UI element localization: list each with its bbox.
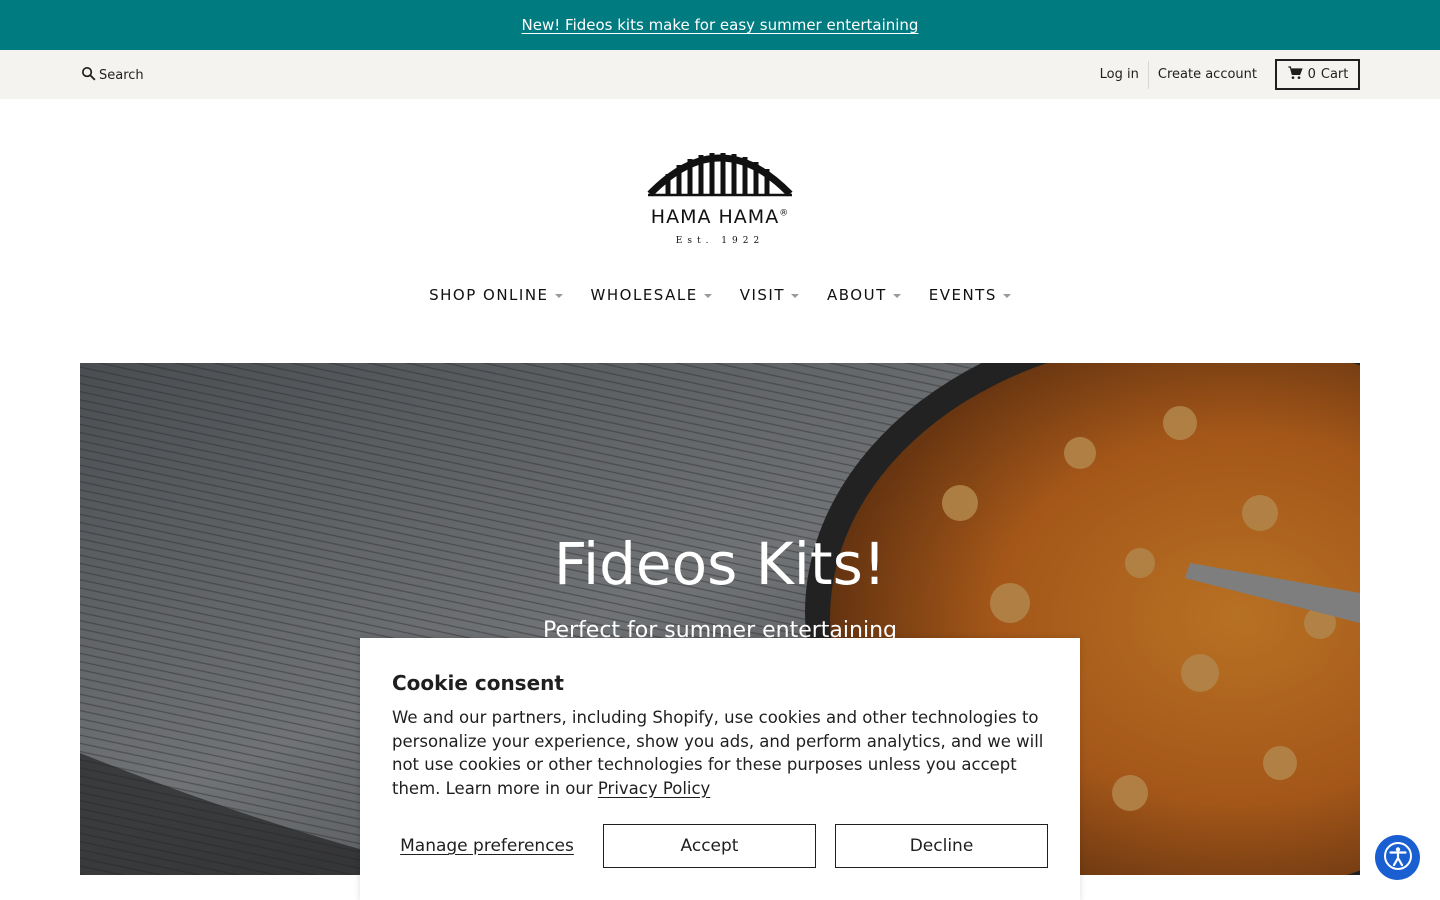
cart-button[interactable]: 0 Cart	[1275, 59, 1360, 90]
cookie-title: Cookie consent	[392, 671, 564, 695]
chevron-down-icon	[554, 294, 563, 298]
nav-label: ABOUT	[827, 286, 887, 304]
cart-icon	[1287, 65, 1303, 85]
cart-label: Cart	[1320, 67, 1349, 82]
announcement-link[interactable]: New! Fideos kits make for easy summer en…	[522, 16, 919, 34]
cookie-consent-dialog: Cookie consent We and our partners, incl…	[360, 638, 1080, 900]
account-links: Log in Create account 0 Cart	[1091, 59, 1360, 90]
create-account-link[interactable]: Create account	[1149, 67, 1266, 82]
chevron-down-icon	[1002, 294, 1011, 298]
search-button[interactable]: Search	[80, 65, 144, 86]
logo-wordmark: HAMA HAMA®	[650, 206, 790, 228]
utility-bar: Search Log in Create account 0 Cart	[0, 50, 1440, 99]
hero-title: Fideos Kits!	[553, 530, 887, 598]
accept-button[interactable]: Accept	[603, 824, 816, 868]
main-nav: SHOP ONLINE WHOLESALE VISIT ABOUT EVENTS	[0, 286, 1440, 304]
login-link[interactable]: Log in	[1091, 67, 1148, 82]
cookie-body: We and our partners, including Shopify, …	[392, 706, 1052, 800]
cookie-body-text: We and our partners, including Shopify, …	[392, 708, 1044, 798]
nav-item-events[interactable]: EVENTS	[929, 286, 1011, 304]
nav-item-shop-online[interactable]: SHOP ONLINE	[429, 286, 563, 304]
nav-label: SHOP ONLINE	[429, 286, 549, 304]
nav-item-wholesale[interactable]: WHOLESALE	[591, 286, 712, 304]
privacy-policy-link[interactable]: Privacy Policy	[598, 779, 710, 798]
decline-button[interactable]: Decline	[835, 824, 1048, 868]
nav-item-about[interactable]: ABOUT	[827, 286, 901, 304]
store-logo[interactable]: HAMA HAMA® Est. 1922	[640, 142, 800, 252]
search-label: Search	[99, 68, 144, 83]
logo-established: Est. 1922	[675, 236, 765, 246]
nav-label: VISIT	[739, 286, 785, 304]
nav-item-visit[interactable]: VISIT	[740, 286, 799, 304]
chevron-down-icon	[791, 294, 799, 298]
chevron-down-icon	[703, 294, 712, 298]
nav-label: EVENTS	[928, 286, 997, 304]
bridge-logo-mark	[647, 153, 793, 197]
chevron-down-icon	[892, 294, 901, 298]
cart-count: 0	[1307, 67, 1316, 82]
accessibility-icon	[1383, 841, 1413, 875]
manage-preferences-button[interactable]: Manage preferences	[392, 824, 582, 868]
search-icon	[80, 65, 97, 86]
nav-label: WHOLESALE	[590, 286, 698, 304]
announcement-bar: New! Fideos kits make for easy summer en…	[0, 0, 1440, 50]
accessibility-button[interactable]	[1375, 835, 1420, 880]
